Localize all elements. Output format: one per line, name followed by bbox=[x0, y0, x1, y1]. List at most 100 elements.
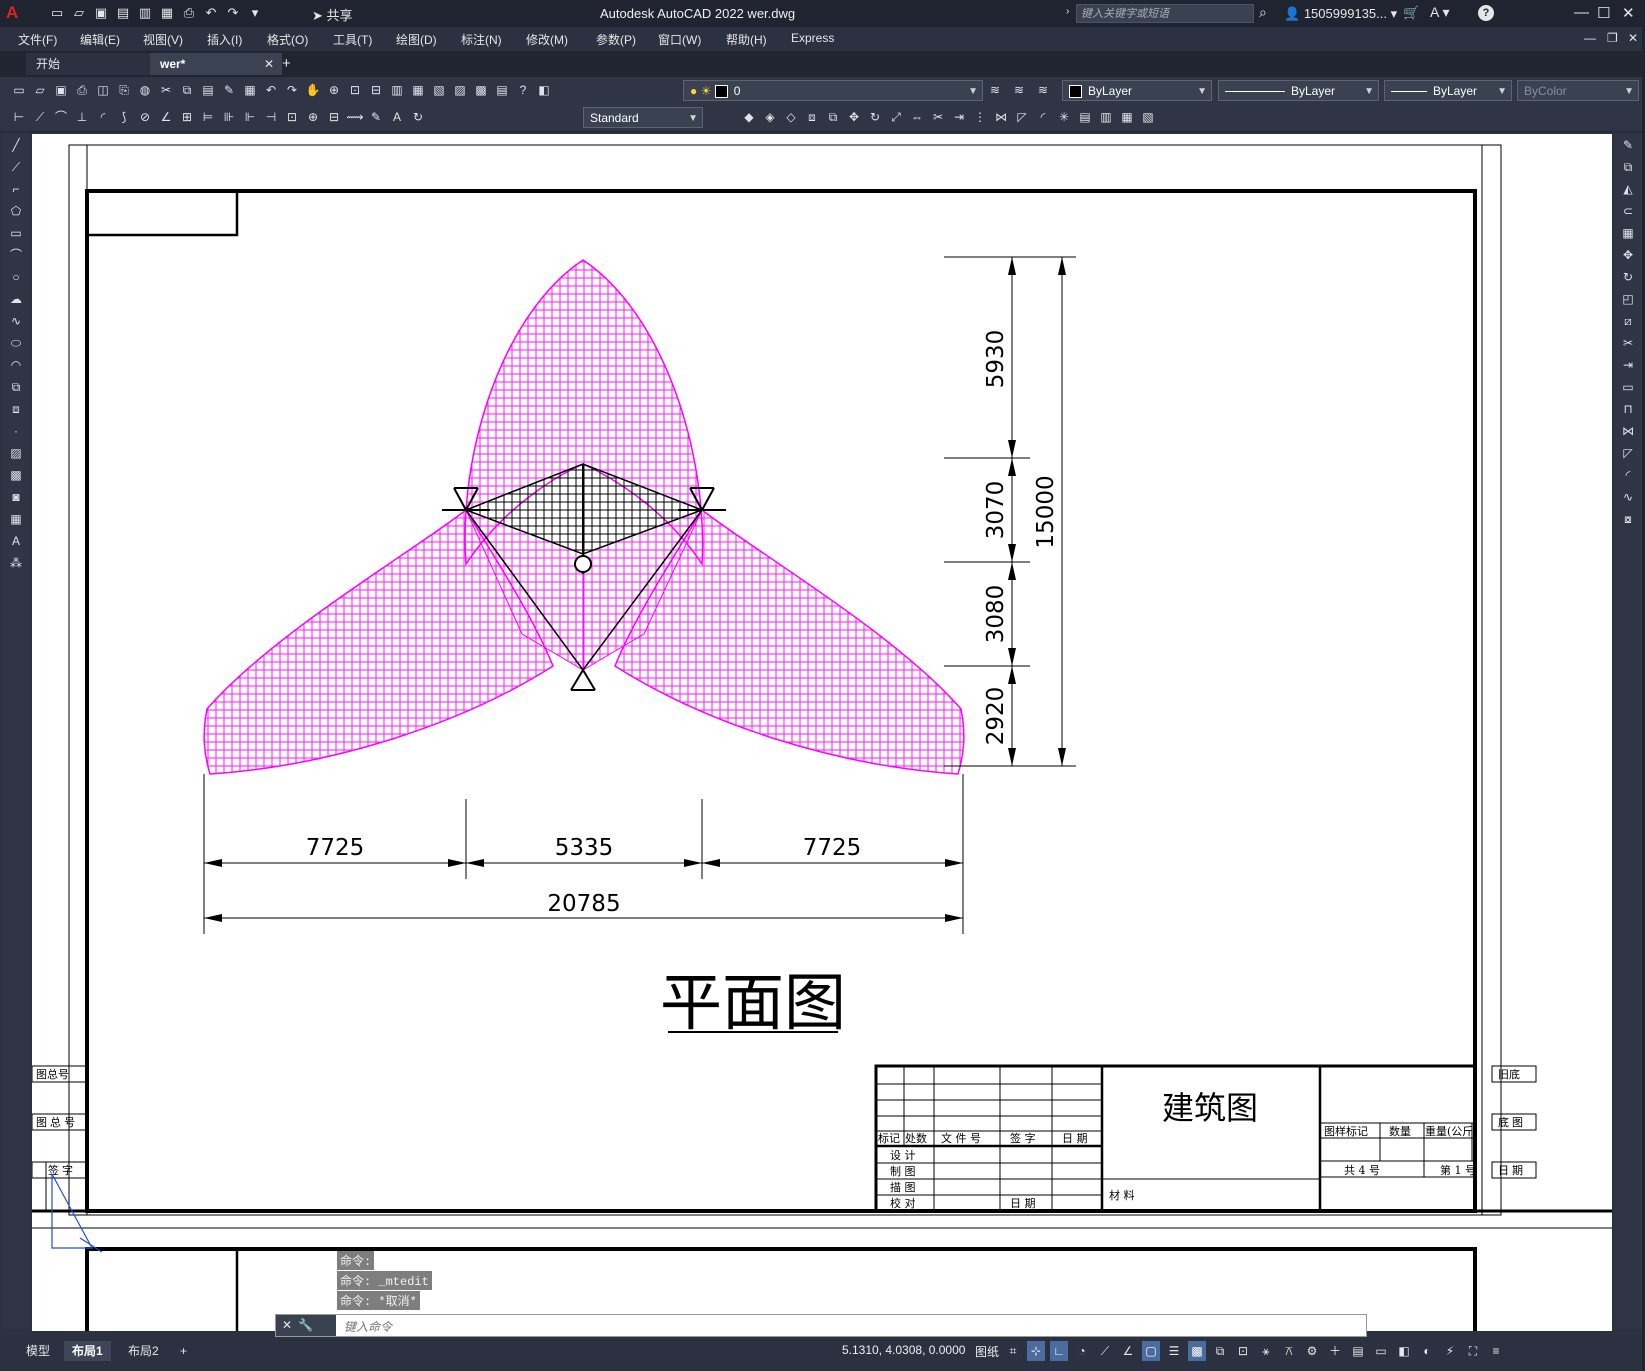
extend-tb-icon[interactable]: ⇥ bbox=[950, 108, 968, 126]
search-icon[interactable]: ⌕ bbox=[1259, 4, 1267, 21]
dim-linear-icon[interactable]: ⊢ bbox=[10, 108, 28, 126]
tab-wer[interactable]: wer* ✕ bbox=[150, 53, 282, 75]
add-selected-icon[interactable]: ⁂ bbox=[3, 552, 29, 574]
new-tab-button[interactable]: + bbox=[282, 55, 291, 72]
open-icon[interactable]: ▱ bbox=[31, 81, 49, 99]
rotate-icon[interactable]: ↻ bbox=[1614, 266, 1642, 288]
move-tb-icon[interactable]: ✥ bbox=[845, 108, 863, 126]
matchprop-icon[interactable]: ✎ bbox=[220, 81, 238, 99]
customize-qat-icon[interactable]: ▾ bbox=[246, 4, 264, 22]
annotation-visibility-icon[interactable]: ⚹ bbox=[1257, 1341, 1275, 1361]
express-icon[interactable]: ▧ bbox=[1139, 108, 1157, 126]
fillet-icon[interactable]: ◜ bbox=[1614, 464, 1642, 486]
object-snap-tracking-icon[interactable]: ∠ bbox=[1119, 1341, 1137, 1361]
copy-obj-icon[interactable]: ⧉ bbox=[1614, 156, 1642, 178]
save-icon[interactable]: ▣ bbox=[92, 4, 110, 22]
save-tb-icon[interactable]: ▣ bbox=[52, 81, 70, 99]
mirror-icon[interactable]: ◭ bbox=[1614, 178, 1642, 200]
hardware-acceleration-icon[interactable]: ⚡ bbox=[1441, 1341, 1459, 1361]
layer-properties-icon[interactable]: ◧ bbox=[535, 81, 553, 99]
dim-break-icon[interactable]: ⊣ bbox=[262, 108, 280, 126]
search-expand-icon[interactable]: › bbox=[1066, 6, 1069, 17]
tab-layout2[interactable]: 布局2 bbox=[120, 1341, 167, 1361]
array-tb-icon[interactable]: ⧉ bbox=[824, 108, 842, 126]
properties-icon[interactable]: ▥ bbox=[388, 81, 406, 99]
plot-icon[interactable]: ⎙ bbox=[180, 4, 198, 22]
polar-icon[interactable]: ◔ bbox=[1073, 1341, 1091, 1361]
paste-icon[interactable]: ▤ bbox=[199, 81, 217, 99]
stretch-tb-icon[interactable]: ⇔ bbox=[908, 108, 926, 126]
transparency-icon[interactable]: ▩ bbox=[1188, 1341, 1206, 1361]
clean-screen-icon[interactable]: ⛶ bbox=[1464, 1341, 1482, 1361]
save-web-icon[interactable]: ▦ bbox=[158, 4, 176, 22]
object-snap-icon[interactable]: ▢ bbox=[1142, 1341, 1160, 1361]
coordinate-readout[interactable]: 5.1310, 4.0308, 0.0000 bbox=[842, 1343, 965, 1357]
undo-tb-icon[interactable]: ↶ bbox=[262, 81, 280, 99]
tab-model[interactable]: 模型 bbox=[18, 1341, 58, 1361]
rotate-tb-icon[interactable]: ↻ bbox=[866, 108, 884, 126]
tolerance-icon[interactable]: ⊡ bbox=[283, 108, 301, 126]
lineweight-dropdown[interactable]: ByLayer ▼ bbox=[1384, 80, 1512, 101]
command-input[interactable] bbox=[342, 1315, 1346, 1338]
dim-arc-icon[interactable]: ⌒ bbox=[52, 108, 70, 126]
join-icon[interactable]: ⋈ bbox=[1614, 420, 1642, 442]
menu-insert[interactable]: 插入(I) bbox=[207, 31, 242, 48]
mirror-tb-icon[interactable]: ◇ bbox=[782, 108, 800, 126]
grid-icon[interactable]: ⌗ bbox=[1004, 1341, 1022, 1361]
line-icon[interactable]: ╱ bbox=[3, 134, 29, 156]
workspace-gear-icon[interactable]: ⚙ bbox=[1303, 1341, 1321, 1361]
chamfer-tb-icon[interactable]: ◸ bbox=[1013, 108, 1031, 126]
doc-restore-button[interactable]: ❐ bbox=[1607, 31, 1618, 45]
dim-diameter-icon[interactable]: ⊘ bbox=[136, 108, 154, 126]
undo-icon[interactable]: ↶ bbox=[202, 4, 220, 22]
close-icon[interactable]: ✕ bbox=[282, 1315, 292, 1336]
lock-ui-icon[interactable]: ◧ bbox=[1395, 1341, 1413, 1361]
snap-icon[interactable]: ⊹ bbox=[1027, 1341, 1045, 1361]
minimize-button[interactable]: — bbox=[1574, 4, 1589, 21]
dim-jogged-icon[interactable]: ⟆ bbox=[115, 108, 133, 126]
lineweight-icon[interactable]: ☰ bbox=[1165, 1341, 1183, 1361]
center-mark-icon[interactable]: ⊕ bbox=[304, 108, 322, 126]
scale-icon[interactable]: ◰ bbox=[1614, 288, 1642, 310]
menu-modify[interactable]: 修改(M) bbox=[526, 31, 568, 48]
3d-osnap-icon[interactable]: ⊡ bbox=[1234, 1341, 1252, 1361]
doc-close-button[interactable]: ✕ bbox=[1628, 31, 1638, 45]
ellipse-icon[interactable]: ⬭ bbox=[3, 332, 29, 354]
break-point-icon[interactable]: ▭ bbox=[1614, 376, 1642, 398]
make-block-icon[interactable]: ⧈ bbox=[3, 398, 29, 420]
menu-file[interactable]: 文件(F) bbox=[18, 31, 57, 48]
menu-format[interactable]: 格式(O) bbox=[267, 31, 308, 48]
help-tb-icon[interactable]: ? bbox=[514, 81, 532, 99]
scale-tb-icon[interactable]: ⤢ bbox=[887, 108, 905, 126]
menu-draw[interactable]: 绘图(D) bbox=[396, 31, 437, 48]
publish-icon[interactable]: ⎘ bbox=[115, 81, 133, 99]
menu-tools[interactable]: 工具(T) bbox=[333, 31, 372, 48]
color-dropdown[interactable]: ByLayer ▼ bbox=[1062, 80, 1212, 101]
layer-dropdown[interactable]: ● ☀ 0 ▼ bbox=[683, 80, 983, 101]
array-icon[interactable]: ▦ bbox=[1614, 222, 1642, 244]
customize-icon[interactable]: ≡ bbox=[1487, 1341, 1505, 1361]
ellipse-arc-icon[interactable]: ◠ bbox=[3, 354, 29, 376]
blockeditor-icon[interactable]: ▦ bbox=[241, 81, 259, 99]
markup-icon[interactable]: ▩ bbox=[472, 81, 490, 99]
arc-icon[interactable]: ⌒ bbox=[3, 244, 29, 266]
tab-close-icon[interactable]: ✕ bbox=[264, 53, 274, 75]
sheetset-icon[interactable]: ▨ bbox=[451, 81, 469, 99]
layer-state-icon[interactable]: ≋ bbox=[1038, 83, 1048, 97]
selection-cycling-icon[interactable]: ⧉ bbox=[1211, 1341, 1229, 1361]
erase-tb-icon[interactable]: ◆ bbox=[740, 108, 758, 126]
explode-tb-icon[interactable]: ✳ bbox=[1055, 108, 1073, 126]
join-tb-icon[interactable]: ⋈ bbox=[992, 108, 1010, 126]
make-current-layer-icon[interactable]: ≋ bbox=[990, 83, 1000, 97]
zoom-realtime-icon[interactable]: ⊕ bbox=[325, 81, 343, 99]
table-icon[interactable]: ▦ bbox=[3, 508, 29, 530]
isolate-objects-icon[interactable]: ◐ bbox=[1418, 1341, 1436, 1361]
dim-update-icon[interactable]: ↻ bbox=[409, 108, 427, 126]
menu-parametric[interactable]: 参数(P) bbox=[596, 31, 636, 48]
drawing-canvas[interactable]: 图总号 图 总 号 签 字 旧底 底 图 日 期 5930 3070 3080 … bbox=[32, 134, 1612, 1331]
xline-icon[interactable]: ⟋ bbox=[3, 156, 29, 178]
revcloud-icon[interactable]: ☁ bbox=[3, 288, 29, 310]
redo-icon[interactable]: ↷ bbox=[224, 4, 242, 22]
quickcalc-icon[interactable]: ▤ bbox=[493, 81, 511, 99]
dim-aligned-icon[interactable]: ⟋ bbox=[31, 108, 49, 126]
